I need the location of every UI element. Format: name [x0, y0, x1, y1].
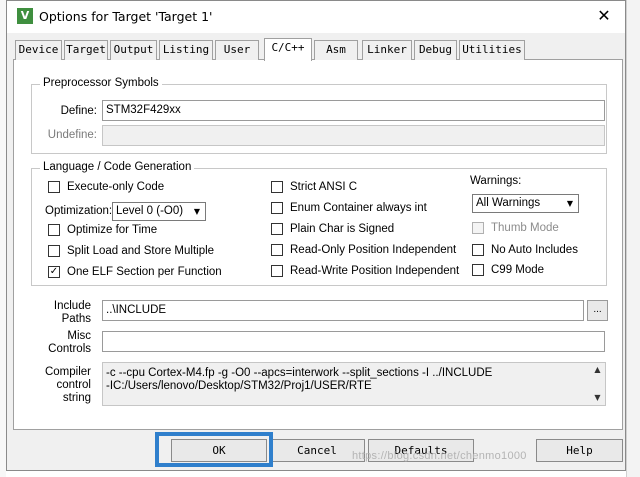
- undefine-label: Undefine:: [47, 129, 97, 141]
- rw-pi-label: Read-Write Position Independent: [290, 265, 460, 277]
- watermark: https://blog.csdn.net/chenmo1000: [352, 450, 527, 462]
- checkbox-box[interactable]: [48, 245, 60, 257]
- optimize-time-label: Optimize for Time: [67, 224, 158, 236]
- tab-user[interactable]: User: [215, 40, 259, 60]
- strict-ansi-label: Strict ANSI C: [290, 181, 358, 193]
- optimization-label: Optimization:: [45, 205, 113, 217]
- execute-only-label: Execute-only Code: [67, 181, 165, 193]
- one-elf-label: One ELF Section per Function: [67, 266, 222, 278]
- warnings-label: Warnings:: [470, 175, 522, 187]
- checkbox-box[interactable]: [271, 244, 283, 256]
- undefine-input[interactable]: [102, 125, 605, 146]
- background-ide-right: [626, 0, 640, 477]
- misc-controls-input[interactable]: [102, 331, 605, 352]
- language-group-title: Language / Code Generation: [40, 161, 195, 173]
- tab-device[interactable]: Device: [15, 40, 62, 60]
- chevron-up-icon[interactable]: ▲: [590, 364, 605, 376]
- define-label: Define:: [60, 105, 97, 117]
- split-load-checkbox[interactable]: Split Load and Store Multiple: [48, 245, 214, 257]
- tab-strip: Device Target Output Listing User C/C++ …: [13, 38, 623, 61]
- split-load-label: Split Load and Store Multiple: [67, 245, 215, 257]
- dialog-title: Options for Target 'Target 1': [39, 9, 213, 24]
- optimization-value: Level 0 (-O0): [116, 205, 184, 217]
- warnings-value: All Warnings: [476, 197, 541, 209]
- define-input[interactable]: STM32F429xx: [102, 100, 605, 121]
- compiler-control-label: Compiler control string: [44, 366, 91, 404]
- checkbox-box[interactable]: [472, 264, 484, 276]
- include-paths-input[interactable]: ..\INCLUDE: [102, 300, 584, 321]
- checkbox-box[interactable]: [271, 223, 283, 235]
- chevron-down-icon[interactable]: ▼: [563, 196, 577, 211]
- strict-ansi-checkbox[interactable]: Strict ANSI C: [271, 181, 357, 193]
- tab-c-cpp[interactable]: C/C++: [264, 38, 312, 61]
- checkbox-box[interactable]: [472, 222, 484, 234]
- chevron-down-icon[interactable]: ▼: [590, 392, 605, 404]
- optimize-time-checkbox[interactable]: Optimize for Time: [48, 224, 157, 236]
- title-bar: V Options for Target 'Target 1' ✕: [7, 1, 625, 33]
- checkbox-box[interactable]: [271, 202, 283, 214]
- tab-listing[interactable]: Listing: [159, 40, 213, 60]
- ro-pi-label: Read-Only Position Independent: [290, 244, 457, 256]
- compiler-string-line-2: -IC:/Users/lenovo/Desktop/STM32/Proj1/US…: [106, 380, 372, 392]
- thumb-mode-checkbox[interactable]: Thumb Mode: [472, 222, 559, 234]
- c99-mode-checkbox[interactable]: C99 Mode: [472, 264, 544, 276]
- close-icon[interactable]: ✕: [583, 1, 625, 31]
- rw-pi-checkbox[interactable]: Read-Write Position Independent: [271, 265, 459, 277]
- warnings-select[interactable]: All Warnings ▼: [472, 194, 579, 213]
- checkbox-box[interactable]: [271, 265, 283, 277]
- checkmark-icon[interactable]: ✓: [48, 266, 60, 278]
- tab-asm[interactable]: Asm: [314, 40, 358, 60]
- cancel-button[interactable]: Cancel: [269, 439, 365, 462]
- compiler-control-string[interactable]: -c --cpu Cortex-M4.fp -g -O0 --apcs=inte…: [102, 362, 606, 406]
- tab-utilities[interactable]: Utilities: [459, 40, 525, 60]
- ro-pi-checkbox[interactable]: Read-Only Position Independent: [271, 244, 456, 256]
- enum-container-checkbox[interactable]: Enum Container always int: [271, 202, 427, 214]
- tab-debug[interactable]: Debug: [414, 40, 457, 60]
- one-elf-checkbox[interactable]: ✓ One ELF Section per Function: [48, 266, 222, 278]
- optimization-select[interactable]: Level 0 (-O0) ▼: [112, 202, 206, 221]
- tab-panel-c-cpp: Preprocessor Symbols Define: STM32F429xx…: [13, 60, 623, 430]
- no-auto-includes-label: No Auto Includes: [491, 244, 578, 256]
- execute-only-checkbox[interactable]: Execute-only Code: [48, 181, 164, 193]
- no-auto-includes-checkbox[interactable]: No Auto Includes: [472, 244, 578, 256]
- checkbox-box[interactable]: [271, 181, 283, 193]
- plain-char-checkbox[interactable]: Plain Char is Signed: [271, 223, 394, 235]
- checkbox-box[interactable]: [48, 224, 60, 236]
- enum-container-label: Enum Container always int: [290, 202, 427, 214]
- checkbox-box[interactable]: [48, 181, 60, 193]
- tab-target[interactable]: Target: [64, 40, 108, 60]
- tab-linker[interactable]: Linker: [362, 40, 412, 60]
- misc-controls-label: Misc Controls: [48, 330, 91, 355]
- help-button[interactable]: Help: [536, 439, 623, 462]
- options-dialog: V Options for Target 'Target 1' ✕ Device…: [6, 0, 626, 471]
- browse-include-button[interactable]: ...: [587, 300, 608, 321]
- preprocessor-group-title: Preprocessor Symbols: [40, 77, 162, 89]
- c99-mode-label: C99 Mode: [491, 264, 545, 276]
- tab-output[interactable]: Output: [110, 40, 157, 60]
- plain-char-label: Plain Char is Signed: [290, 223, 395, 235]
- compiler-string-scrollbar[interactable]: ▲ ▼: [590, 363, 605, 405]
- chevron-down-icon[interactable]: ▼: [190, 204, 204, 219]
- keil-app-icon: V: [17, 8, 33, 24]
- checkbox-box[interactable]: [472, 244, 484, 256]
- ok-button-highlight: [155, 432, 273, 467]
- compiler-string-line-1: -c --cpu Cortex-M4.fp -g -O0 --apcs=inte…: [106, 367, 493, 379]
- include-paths-label: Include Paths: [53, 300, 91, 325]
- thumb-mode-label: Thumb Mode: [491, 222, 559, 234]
